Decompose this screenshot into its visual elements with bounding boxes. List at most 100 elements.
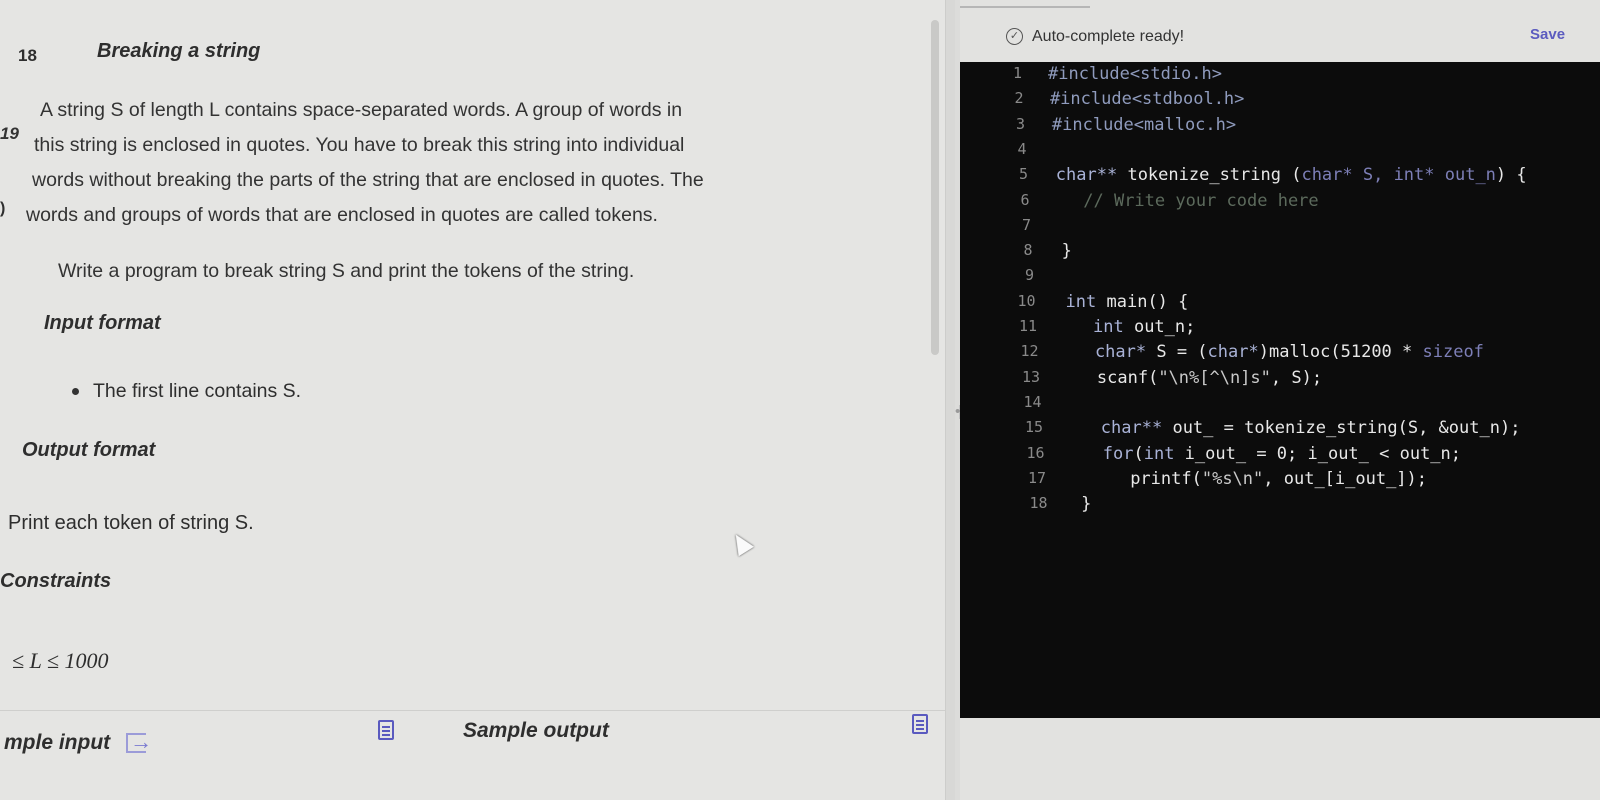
line-number: 16 — [1026, 443, 1045, 462]
code-line[interactable]: 8} — [960, 241, 1600, 267]
code-line[interactable]: 5 char** tokenize_string (char* S, int* o… — [960, 165, 1600, 191]
line-number: 11 — [1018, 317, 1037, 335]
code-editor[interactable]: 1 #include<stdio.h> 2 #include<stdbool.h> 3 #… — [960, 62, 1600, 718]
code-token: i_out_ = 0; i_out_ < out_n; — [1184, 443, 1462, 464]
code-line[interactable]: 16 for(int i_out_ = 0; i_out_ < out_n; — [960, 444, 1600, 470]
code-token: , S); — [1270, 367, 1323, 388]
line-number: 3 — [1015, 114, 1025, 133]
line-number: 13 — [1021, 367, 1040, 386]
code-token: } — [1081, 494, 1092, 515]
question-number[interactable]: 18 — [18, 46, 37, 66]
output-format-text: Print each token of string S. — [8, 512, 254, 534]
line-number: 17 — [1027, 468, 1046, 487]
code-token: )malloc(51200 * — [1258, 342, 1423, 363]
code-token: "%s\n" — [1201, 468, 1264, 489]
code-token: , out_[i_out_]); — [1263, 468, 1428, 489]
code-line[interactable]: 2 #include<stdbool.h> — [960, 89, 1600, 115]
line-number: 4 — [1017, 139, 1027, 158]
input-format-item: The first line contains S. — [72, 380, 301, 403]
code-token: char* — [1207, 342, 1259, 363]
check-circle-icon: ✓ — [1006, 28, 1023, 45]
code-text[interactable]: int out_n; — [1093, 317, 1195, 337]
code-text[interactable]: char* S = (char*)malloc(51200 * sizeof — [1095, 342, 1484, 362]
copy-output-icon[interactable] — [912, 714, 928, 734]
panel-divider[interactable] — [945, 0, 955, 800]
code-token: char* S, int* out_n — [1301, 165, 1496, 186]
code-line[interactable]: 7 — [960, 216, 1600, 242]
line-number: 12 — [1020, 342, 1039, 361]
line-number: 6 — [1020, 190, 1030, 209]
code-line[interactable]: 14 — [960, 393, 1600, 419]
editor-panel: ✓ Auto-complete ready! Save 1 #include<st… — [960, 0, 1600, 800]
code-line[interactable]: 11 int out_n; — [960, 317, 1600, 343]
code-line[interactable]: 10 int main() { — [960, 292, 1600, 318]
line-number: 1 — [1012, 64, 1022, 82]
code-token: sizeof — [1422, 342, 1484, 363]
top-divider — [960, 6, 1090, 8]
code-token: #include<stdbool.h> — [1049, 89, 1245, 110]
copy-input-icon[interactable] — [378, 720, 394, 740]
code-text[interactable]: char** tokenize_string (char* S, int* ou… — [1056, 165, 1527, 185]
code-text[interactable]: printf("%s\n", out_[i_out_]); — [1130, 469, 1427, 489]
problem-panel: 18 19 ) Breaking a string A string S of … — [0, 0, 945, 800]
code-line[interactable]: 3 #include<malloc.h> — [960, 115, 1600, 141]
code-line[interactable]: 17 printf("%s\n", out_[i_out_]); — [960, 469, 1600, 495]
code-token: tokenize_string ( — [1127, 165, 1302, 186]
line-number: 14 — [1023, 392, 1042, 411]
line-number: 18 — [1029, 494, 1048, 513]
code-token: S = ( — [1156, 342, 1208, 363]
code-token: scanf( — [1096, 367, 1159, 388]
expand-arrow-icon[interactable] — [126, 729, 152, 755]
code-text[interactable]: #include<stdbool.h> — [1050, 89, 1244, 109]
code-line[interactable]: 18} — [960, 494, 1600, 520]
code-token: for — [1102, 443, 1134, 464]
code-line[interactable]: 12 char* S = (char*)malloc(51200 * sizeof — [960, 342, 1600, 368]
code-text[interactable]: for(int i_out_ = 0; i_out_ < out_n; — [1103, 444, 1461, 464]
code-text[interactable]: char** out_ = tokenize_string(S, &out_n)… — [1101, 418, 1521, 438]
code-text[interactable]: #include<stdio.h> — [1048, 64, 1222, 84]
code-line[interactable]: 15 char** out_ = tokenize_string(S, &out_… — [960, 418, 1600, 444]
question-number-next[interactable]: 19 — [0, 124, 19, 144]
code-token: char* — [1094, 342, 1157, 363]
description-line: words and groups of words that are enclo… — [26, 204, 658, 226]
problem-description: A string S of length L contains space-se… — [26, 93, 940, 233]
code-token: char** — [1100, 418, 1173, 439]
code-line[interactable]: 13 scanf("\n%[^\n]s", S); — [960, 368, 1600, 394]
code-line[interactable]: 6 // Write your code here — [960, 191, 1600, 217]
problem-title: Breaking a string — [97, 40, 261, 62]
code-token: "\n%[^\n]s" — [1158, 367, 1271, 388]
code-text[interactable]: } — [1081, 494, 1091, 514]
autocomplete-status: Auto-complete ready! — [1032, 28, 1185, 45]
code-token: // Write your code here — [1083, 190, 1319, 211]
constraints-heading: Constraints — [0, 570, 112, 592]
description-line: words without breaking the parts of the … — [32, 169, 704, 191]
code-text[interactable]: // Write your code here — [1083, 191, 1318, 211]
code-token: int — [1143, 443, 1185, 464]
code-text[interactable]: } — [1062, 241, 1072, 261]
description-line: A string S of length L contains space-se… — [40, 99, 683, 121]
code-text[interactable]: #include<malloc.h> — [1052, 115, 1236, 135]
sample-input-label: mple input — [4, 731, 111, 754]
code-token: #include<stdio.h> — [1048, 64, 1222, 84]
code-text[interactable]: scanf("\n%[^\n]s", S); — [1097, 368, 1322, 388]
code-line[interactable]: 1 #include<stdio.h> — [960, 64, 1600, 90]
code-token: main() { — [1106, 291, 1189, 312]
output-format-heading: Output format — [22, 439, 156, 461]
description-line: this string is enclosed in quotes. You h… — [34, 134, 685, 156]
code-line[interactable]: 4 — [960, 140, 1600, 166]
code-text[interactable]: int main() { — [1066, 292, 1189, 312]
code-token: int — [1093, 317, 1134, 337]
editor-status-bar: ✓ Auto-complete ready! Save — [960, 24, 1600, 62]
code-token: #include<malloc.h> — [1051, 114, 1237, 135]
sample-input-heading: mple input — [4, 729, 152, 755]
line-number: 15 — [1024, 418, 1043, 437]
line-number: 9 — [1024, 266, 1034, 285]
code-token: ) { — [1495, 165, 1527, 186]
code-token: ( — [1133, 443, 1144, 464]
problem-scrollbar[interactable] — [931, 20, 939, 355]
code-line[interactable]: 9 — [960, 266, 1600, 292]
save-button[interactable]: Save — [1530, 26, 1565, 43]
line-number: 2 — [1014, 89, 1024, 108]
code-token: out_ = tokenize_string(S, &out_n); — [1172, 418, 1521, 439]
line-number: 8 — [1023, 241, 1033, 260]
